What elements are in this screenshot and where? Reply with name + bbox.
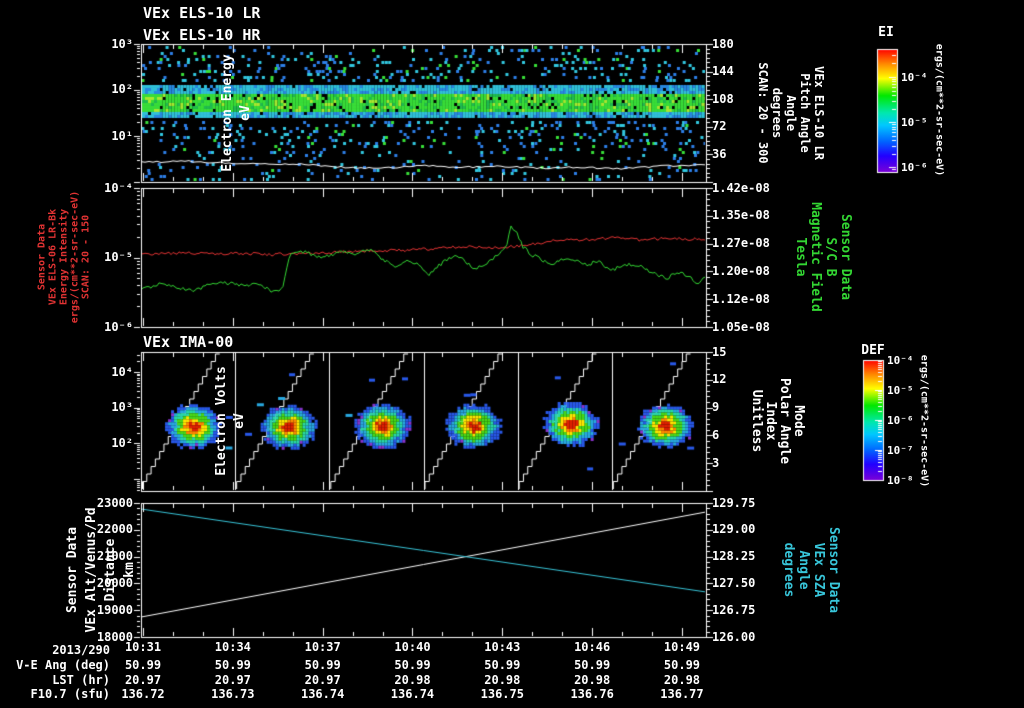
axis-label-line: Pitch Angle bbox=[798, 73, 812, 153]
table-cell: 136.72 bbox=[121, 687, 165, 701]
axis-label-line: eV bbox=[238, 105, 253, 121]
table-cell: 136.77 bbox=[660, 687, 704, 701]
axis-label-line: VEx SZA bbox=[811, 542, 826, 598]
eph-right-axis-label: Sensor Data VEx SZA Angle degrees bbox=[781, 527, 841, 613]
axis-label-line: VEx ELS-06 LR-Bk bbox=[47, 208, 59, 306]
axis-label-line: ergs/(cm**2-sr-sec-eV) bbox=[918, 354, 930, 488]
y-tick-label-els: 10¹ bbox=[111, 128, 133, 143]
table-cell: 50.99 bbox=[304, 658, 341, 672]
axis-label-line: ergs/(cm**2-sr-sec-eV) bbox=[69, 190, 81, 324]
y-tick-label-ima: 10³ bbox=[111, 400, 133, 415]
axis-label-line: km bbox=[122, 562, 137, 578]
table-cell: 20.97 bbox=[214, 672, 251, 687]
axis-label-line: Unitless bbox=[749, 389, 764, 453]
colorbar-tick-label-ima: 10⁻⁸ bbox=[887, 473, 914, 487]
panel-title-els-lr: VEx ELS-10 LR bbox=[143, 4, 261, 22]
table-cell: 20.98 bbox=[484, 672, 521, 687]
table-cell: 50.99 bbox=[214, 658, 251, 672]
y-tick-label-ima: 10⁴ bbox=[111, 364, 133, 379]
axis-label-line: Magnetic Field bbox=[808, 202, 823, 312]
axis-label-line: Energy Intensity bbox=[58, 208, 70, 306]
table-cell: 50.99 bbox=[394, 658, 431, 672]
axis-label-line: SCAN: 20 - 150 bbox=[80, 214, 92, 300]
table-row-label: LST (hr) bbox=[52, 672, 110, 687]
colorbar-tick-label-els: 10⁻⁶ bbox=[901, 160, 928, 174]
table-row-label: V-E Ang (deg) bbox=[16, 658, 110, 672]
table-cell: 20.97 bbox=[124, 672, 162, 687]
time-label: 10:31 bbox=[124, 640, 162, 654]
panel-title-els-hr: VEx ELS-10 HR bbox=[143, 26, 261, 44]
axis-label-line: SCAN: 20 - 300 bbox=[756, 62, 770, 164]
y-tick-label-ima: 15 bbox=[712, 344, 727, 359]
axis-label-line: Mode bbox=[791, 405, 806, 437]
time-label: 10:46 bbox=[574, 640, 611, 654]
colorbar-tick-label-els: 10⁻⁵ bbox=[901, 115, 928, 129]
y-tick-label-mag: 1.05e-08 bbox=[712, 319, 770, 334]
table-cell: 136.74 bbox=[300, 687, 345, 701]
table-cell: 20.98 bbox=[663, 672, 701, 687]
axis-label-line: Index bbox=[763, 401, 778, 441]
time-label: 10:37 bbox=[304, 640, 341, 654]
axis-label-line: Polar Angle bbox=[777, 377, 792, 465]
mag-right-axis-label: Sensor Data S/C B Magnetic Field Tesla bbox=[793, 202, 853, 312]
els-colorbar-units: ergs/(cm**2-sr-sec-eV) bbox=[934, 44, 945, 176]
axis-label-line: degrees bbox=[781, 542, 796, 598]
axis-label-line: VEx ELS-10 LR bbox=[812, 66, 826, 160]
colorbar-tick-label-ima: 10⁻⁴ bbox=[887, 353, 914, 367]
table-row-label: F10.7 (sfu) bbox=[30, 687, 110, 701]
table-cell: 136.76 bbox=[570, 687, 614, 701]
y-tick-label-els: 10³ bbox=[111, 36, 133, 51]
y-tick-label-els: 180 bbox=[712, 36, 734, 51]
y-tick-label-ima: 10² bbox=[111, 435, 133, 450]
axis-label-line: Distance bbox=[103, 538, 118, 602]
els-left-axis-label: Electron Energy eV bbox=[219, 54, 255, 171]
time-label: 10:49 bbox=[663, 640, 701, 654]
axis-label-line: Tesla bbox=[793, 237, 808, 277]
table-cell: 20.98 bbox=[394, 672, 431, 687]
table-cell: 136.75 bbox=[480, 687, 524, 701]
table-cell: 20.98 bbox=[574, 672, 611, 687]
mag-left-axis-label: Sensor Data VEx ELS-06 LR-Bk Energy Intens… bbox=[37, 191, 92, 323]
axis-label-line: Sensor Data bbox=[65, 526, 80, 614]
colorbar-tick-label-ima: 10⁻⁵ bbox=[887, 383, 914, 397]
ima-colorbar-units: ergs/(cm**2-sr-sec-eV) bbox=[919, 355, 930, 487]
axis-label-line: eV bbox=[232, 413, 247, 429]
axis-label-line: Sensor Data bbox=[36, 223, 48, 291]
table-cell: 20.97 bbox=[304, 672, 341, 687]
axis-label-line: Electron Energy bbox=[220, 54, 235, 172]
time-label: 10:34 bbox=[214, 640, 251, 654]
panel-title-ima: VEx IMA-00 bbox=[143, 333, 234, 351]
table-cell: 136.73 bbox=[211, 687, 255, 701]
table-cell: 136.74 bbox=[390, 687, 435, 701]
date-label: 2013/290 bbox=[52, 643, 110, 657]
axis-label-line: S/C B bbox=[823, 237, 838, 277]
colorbar-tick-label-ima: 10⁻⁷ bbox=[887, 443, 914, 457]
axis-label-line: ergs/(cm**2-sr-sec-eV) bbox=[933, 43, 945, 177]
time-label: 10:40 bbox=[394, 640, 431, 654]
table-cell: 50.99 bbox=[574, 658, 611, 672]
axis-label-line: degrees bbox=[770, 87, 784, 139]
colorbar-title-els: EI bbox=[878, 25, 894, 40]
axis-label-line: Angle bbox=[796, 550, 811, 590]
axis-label-line: VEx Alt/Venus/Pd bbox=[84, 507, 99, 633]
ima-left-axis-label: Electron Volts eV bbox=[213, 366, 249, 476]
axis-label-line: Sensor Data bbox=[826, 526, 841, 614]
axis-label-line: Electron Volts bbox=[214, 366, 229, 476]
axis-label-line: Sensor Data bbox=[838, 213, 853, 301]
y-tick-label-els: 10² bbox=[111, 82, 133, 97]
els-right-axis-label: VEx ELS-10 LR Pitch Angle Angle degrees SCAN… bbox=[756, 62, 826, 163]
table-cell: 50.99 bbox=[484, 658, 521, 672]
time-label: 10:43 bbox=[484, 640, 521, 654]
colorbar-tick-label-els: 10⁻⁴ bbox=[901, 70, 928, 84]
ima-right-axis-label: Mode Polar Angle Index Unitless bbox=[749, 377, 806, 465]
y-tick-label-eph: 129.75 bbox=[712, 495, 756, 510]
table-cell: 50.99 bbox=[124, 658, 162, 672]
axis-label-line: Angle bbox=[784, 94, 798, 132]
table-cell: 50.99 bbox=[663, 658, 701, 672]
colorbar-tick-label-ima: 10⁻⁶ bbox=[887, 413, 914, 427]
y-tick-label-mag: 1.42e-08 bbox=[712, 180, 770, 195]
eph-left-axis-label: Sensor Data VEx Alt/Venus/Pd Distance km bbox=[63, 507, 139, 632]
